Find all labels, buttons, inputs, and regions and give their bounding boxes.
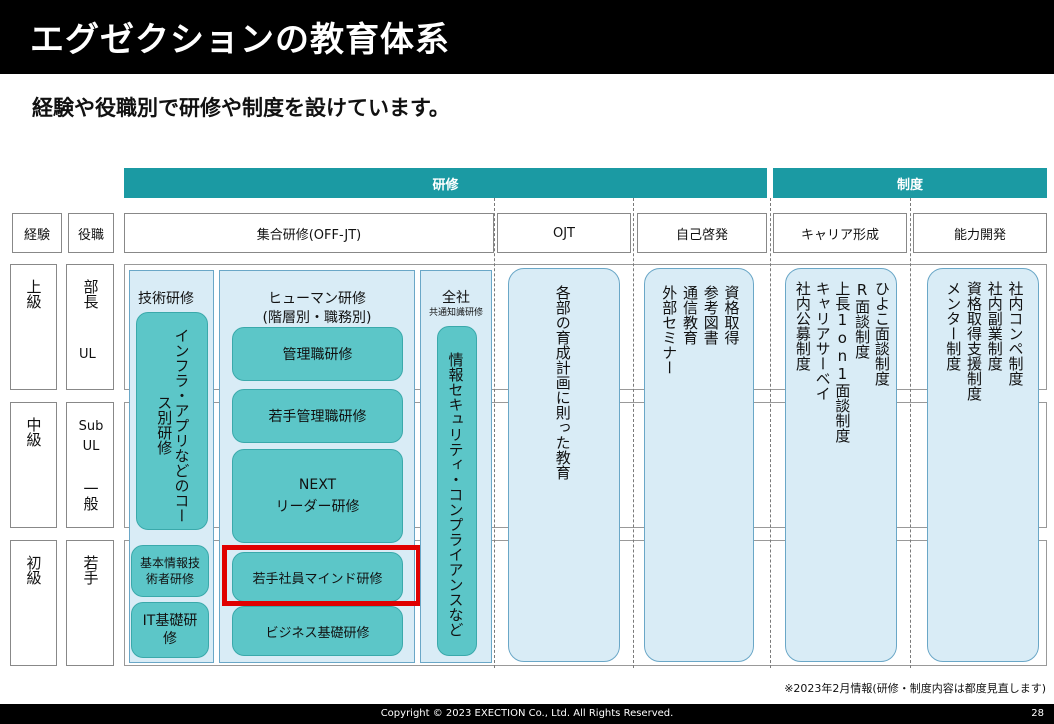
human-training-title: ヒューマン研修 — [268, 291, 366, 307]
header-ability: 能力開発 — [913, 213, 1047, 253]
exp-senior-label: 上級 — [24, 279, 43, 309]
ojt-box: 各部の育成計画に則った教育 — [508, 268, 620, 662]
divider-4 — [910, 198, 911, 668]
business-basics-pill: ビジネス基礎研修 — [232, 606, 403, 656]
ability-item-2: 社内副業制度 — [985, 281, 1004, 371]
self-development-list: 資格取得 参考図書 通信教育 外部セミナー — [657, 285, 743, 645]
header-position: 役職 — [68, 213, 114, 253]
divider-3 — [770, 198, 771, 668]
category-system: 制度 — [773, 168, 1047, 198]
pos-ul-label: UL — [79, 347, 96, 362]
pos-manager-label: 部長 — [81, 279, 100, 309]
company-training-subtitle: 共通知識研修 — [428, 308, 483, 318]
pos-general-label: 一般 — [81, 481, 100, 511]
tech-course-pill: インフラ・アプリなどのコース別研修 — [136, 312, 208, 530]
manager-training-pill: 管理職研修 — [232, 327, 403, 381]
young-manager-training-pill: 若手管理職研修 — [232, 389, 403, 443]
career-item-4: キャリアサーベイ — [813, 281, 832, 401]
ability-box: 社内コンペ制度 社内副業制度 資格取得支援制度 メンター制度 — [927, 268, 1039, 662]
ojt-label: 各部の育成計画に則った教育 — [553, 285, 572, 480]
career-item-2: R面談制度 — [853, 281, 872, 359]
exp-middle-cell: 中級 — [10, 402, 57, 528]
basic-info-pill: 基本情報技術者研修 — [131, 545, 209, 597]
company-training-title: 全社 — [442, 290, 470, 306]
ability-item-4: メンター制度 — [944, 281, 963, 371]
company-content-label: 情報セキュリティ・コンプライアンスなど — [446, 351, 465, 637]
tech-course-label: インフラ・アプリなどのコース別研修 — [155, 327, 191, 523]
ability-list: 社内コンペ制度 社内副業制度 資格取得支援制度 メンター制度 — [934, 281, 1034, 651]
next-leader-training-pill: NEXT リーダー研修 — [232, 449, 403, 543]
leader-training-label: リーダー研修 — [275, 499, 360, 515]
highlight-box — [222, 545, 421, 606]
header-experience: 経験 — [12, 213, 62, 253]
exp-middle-label: 中級 — [24, 417, 43, 447]
header-self-development: 自己啓発 — [637, 213, 767, 253]
pos-senior-cell: 部長 UL — [66, 264, 114, 390]
header-group-training: 集合研修(OFF-JT) — [124, 213, 494, 253]
career-list: ひよこ面談制度 R面談制度 上長1on1面談制度 キャリアサーベイ 社内公募制度 — [792, 281, 892, 651]
tech-training-title: 技術研修 — [138, 291, 194, 307]
header-career: キャリア形成 — [773, 213, 907, 253]
exp-senior-cell: 上級 — [10, 264, 57, 390]
ability-item-3: 資格取得支援制度 — [965, 281, 983, 401]
career-item-1: ひよこ面談制度 — [872, 281, 891, 386]
pos-middle-cell: Sub UL 一般 — [66, 402, 114, 528]
pos-young-label: 若手 — [81, 555, 100, 585]
footer-bar: Copyright © 2023 EXECTION Co., Ltd. All … — [0, 704, 1054, 724]
exp-junior-label: 初級 — [24, 555, 43, 585]
career-box: ひよこ面談制度 R面談制度 上長1on1面談制度 キャリアサーベイ 社内公募制度 — [785, 268, 897, 662]
it-basics-pill: IT基礎研修 — [131, 602, 209, 658]
career-item-5: 社内公募制度 — [793, 281, 812, 371]
copyright-text: Copyright © 2023 EXECTION Co., Ltd. All … — [380, 708, 674, 719]
divider-2 — [633, 198, 634, 668]
company-content-pill: 情報セキュリティ・コンプライアンスなど — [437, 326, 477, 656]
self-dev-item-1: 資格取得 — [722, 285, 741, 345]
self-dev-item-2: 参考図書 — [701, 285, 720, 345]
career-item-3: 上長1on1面談制度 — [833, 281, 852, 443]
header-ojt: OJT — [497, 213, 631, 253]
category-training: 研修 — [124, 168, 767, 198]
ability-item-1: 社内コンペ制度 — [1006, 281, 1025, 386]
human-training-subtitle: (階層別・職務別) — [262, 310, 372, 326]
page-number: 28 — [1031, 708, 1044, 719]
self-development-box: 資格取得 参考図書 通信教育 外部セミナー — [644, 268, 754, 662]
exp-junior-cell: 初級 — [10, 540, 57, 666]
self-dev-item-4: 外部セミナー — [660, 285, 679, 375]
self-dev-item-3: 通信教育 — [681, 285, 699, 345]
divider-1 — [494, 198, 495, 668]
page-subtitle: 経験や役職別で研修や制度を設けています。 — [32, 96, 450, 120]
next-label: NEXT — [298, 477, 337, 493]
pos-junior-cell: 若手 — [66, 540, 114, 666]
info-note: ※2023年2月情報(研修・制度内容は都度見直します) — [784, 682, 1046, 695]
page-title: エグゼクションの教育体系 — [30, 20, 450, 60]
pos-subul-label: Sub UL — [78, 419, 104, 454]
